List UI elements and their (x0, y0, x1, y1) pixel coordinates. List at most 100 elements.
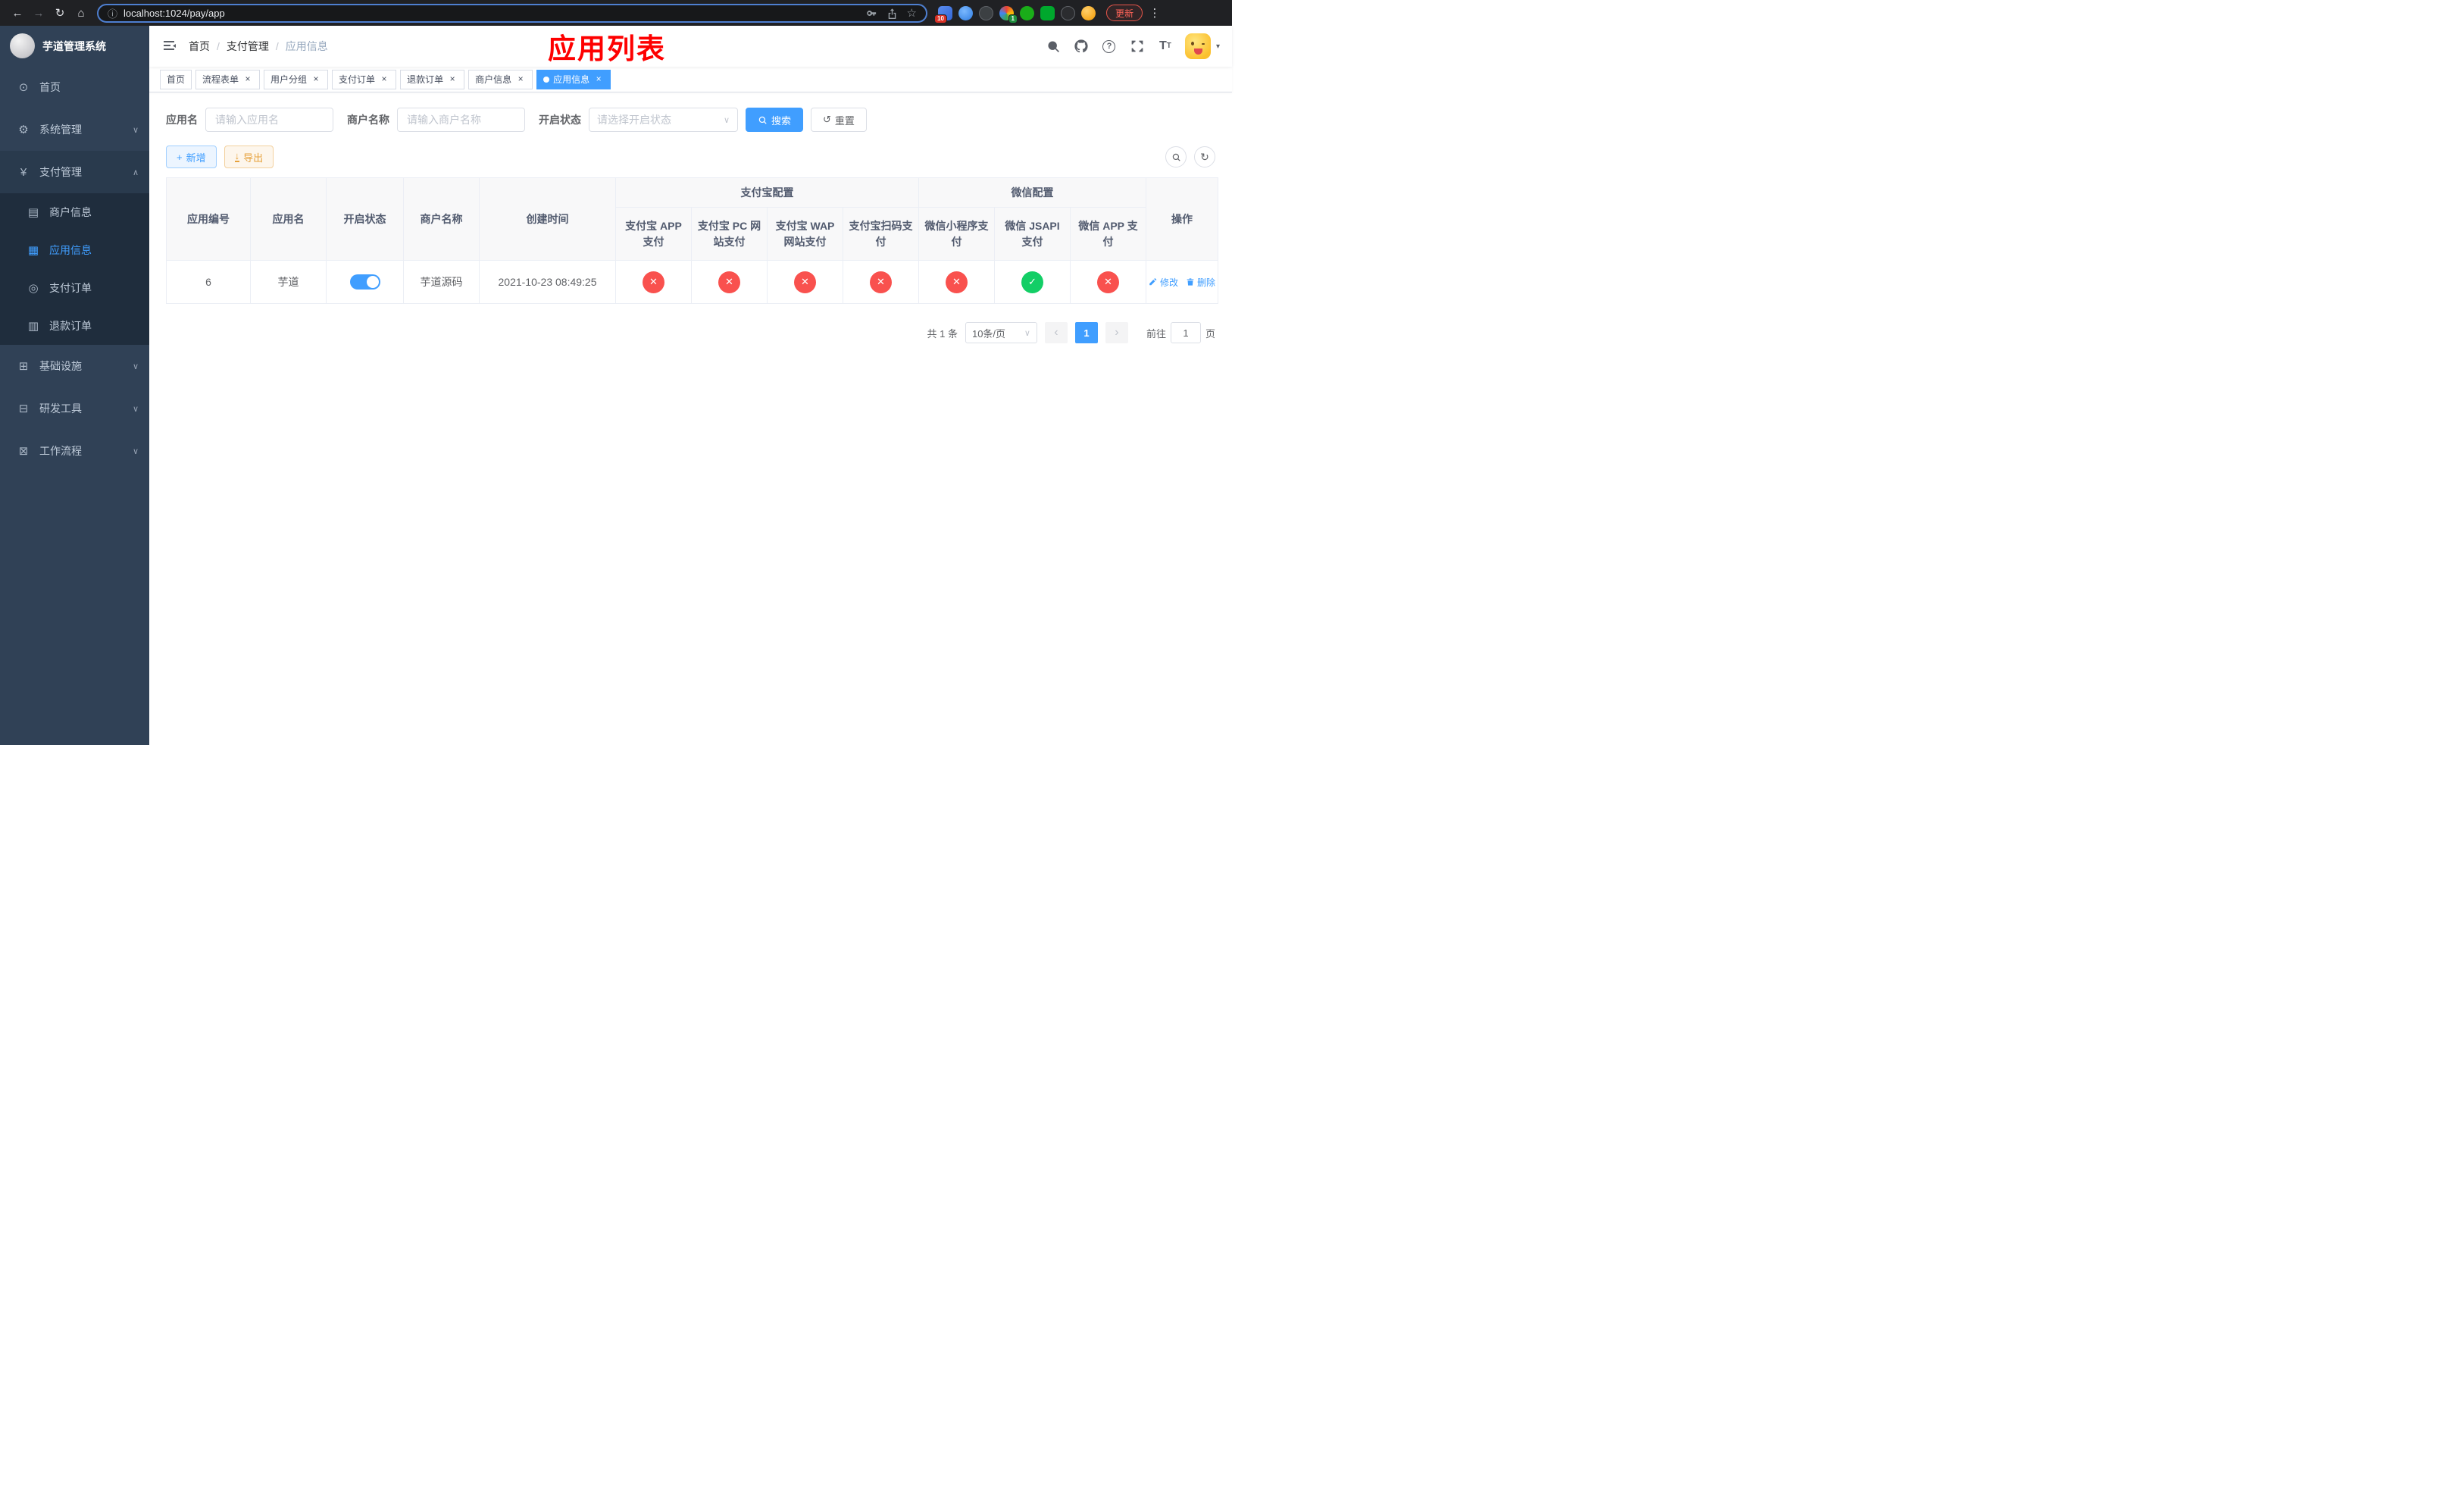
close-icon[interactable]: × (447, 74, 458, 85)
extension-icon-notes[interactable] (1040, 5, 1055, 20)
page-size-select[interactable]: 10条/页 ∨ (965, 322, 1037, 343)
browser-menu-icon[interactable]: ⋮ (1149, 6, 1161, 20)
edit-button[interactable]: 修改 (1149, 276, 1178, 289)
search-button[interactable]: 搜索 (746, 108, 804, 132)
toggle-search-button[interactable] (1165, 146, 1187, 167)
sidebar-item-home[interactable]: ⊙ 首页 (0, 66, 149, 108)
tab-pay-orders[interactable]: 支付订单 × (332, 69, 397, 89)
refresh-icon: ↻ (1200, 150, 1209, 163)
share-icon[interactable] (886, 8, 898, 19)
prev-page-button[interactable]: ‹ (1044, 322, 1068, 343)
tab-merchant-info[interactable]: 商户信息 × (468, 69, 533, 89)
tab-refund-orders[interactable]: 退款订单 × (400, 69, 465, 89)
extensions-bar: 10 1 (934, 5, 1096, 23)
next-page-button[interactable]: › (1105, 322, 1128, 343)
breadcrumb-item[interactable]: 支付管理 (227, 39, 269, 54)
cell-status (326, 260, 404, 304)
total-count: 共 1 条 (927, 327, 958, 340)
document-icon: ▥ (27, 320, 39, 333)
tab-label: 流程表单 (202, 74, 239, 85)
search-icon[interactable] (1045, 38, 1062, 55)
sidebar-item-merchant-info[interactable]: ▤ 商户信息 (0, 193, 149, 231)
password-key-icon[interactable] (866, 8, 877, 19)
sidebar: 芋道管理系统 ⊙ 首页 ⚙ 系统管理 ∨ ¥ 支付管理 ∧ ▤ 商户信息 ▦ 应… (0, 26, 149, 745)
sidebar-item-payment[interactable]: ¥ 支付管理 ∧ (0, 151, 149, 193)
page-title: 应用列表 (548, 33, 666, 64)
help-icon[interactable]: ? (1101, 38, 1118, 55)
reload-icon[interactable]: ↻ (50, 3, 70, 23)
user-menu-caret-icon[interactable]: ▾ (1216, 42, 1220, 51)
top-navbar: 首页 / 支付管理 / 应用信息 应用列表 ? T T ▾ (149, 26, 1232, 67)
col-app-name: 应用名 (250, 177, 327, 261)
close-icon[interactable]: × (379, 74, 389, 85)
tab-home[interactable]: 首页 (160, 69, 192, 89)
chevron-down-icon: ∨ (132, 446, 139, 456)
sidebar-item-label: 系统管理 (39, 124, 82, 136)
infrastructure-icon: ⊞ (18, 360, 29, 373)
url-bar[interactable]: ⓘ localhost:1024/pay/app ☆ (97, 3, 927, 23)
col-alipay-pc: 支付宝 PC 网站支付 (691, 207, 768, 261)
sidebar-item-pay-orders[interactable]: ◎ 支付订单 (0, 269, 149, 307)
tab-app-info[interactable]: 应用信息 × (536, 69, 611, 89)
chevron-up-icon: ∧ (132, 167, 139, 177)
site-info-icon[interactable]: ⓘ (108, 6, 117, 20)
breadcrumb-item[interactable]: 首页 (189, 39, 210, 54)
browser-update-button[interactable]: 更新 (1106, 5, 1143, 21)
plus-icon: + (177, 151, 183, 163)
close-icon[interactable]: × (593, 74, 604, 85)
github-icon[interactable] (1073, 38, 1090, 55)
search-button-label: 搜索 (771, 114, 792, 127)
close-icon[interactable]: × (242, 74, 253, 85)
extension-icon-dark[interactable] (979, 5, 993, 20)
status-select[interactable]: 请选择开启状态 ∨ (589, 108, 738, 132)
breadcrumb: 首页 / 支付管理 / 应用信息 (189, 39, 328, 54)
reset-button[interactable]: ↺ 重置 (811, 108, 867, 132)
workflow-icon: ⊠ (18, 445, 29, 458)
app-name-input[interactable] (205, 108, 333, 132)
tab-process-form[interactable]: 流程表单 × (195, 69, 261, 89)
font-size-icon[interactable]: TT (1157, 38, 1174, 55)
sidebar-item-system[interactable]: ⚙ 系统管理 ∨ (0, 108, 149, 151)
goto-page-input[interactable] (1170, 322, 1201, 343)
close-icon[interactable]: × (515, 74, 526, 85)
cell-created: 2021-10-23 08:49:25 (479, 260, 616, 304)
col-actions: 操作 (1146, 177, 1218, 261)
forward-icon[interactable]: → (29, 3, 48, 23)
sidebar-item-dev-tools[interactable]: ⊟ 研发工具 ∨ (0, 387, 149, 430)
sidebar-item-workflow[interactable]: ⊠ 工作流程 ∨ (0, 430, 149, 472)
sidebar-item-label: 应用信息 (49, 244, 92, 256)
logo-avatar (10, 33, 35, 58)
sidebar-toggle-icon[interactable] (161, 38, 178, 55)
extension-icon-grid[interactable]: 10 (934, 5, 952, 23)
page-number-1[interactable]: 1 (1074, 322, 1098, 343)
close-icon[interactable]: × (311, 74, 321, 85)
back-icon[interactable]: ← (8, 3, 27, 23)
refresh-table-button[interactable]: ↻ (1194, 146, 1215, 167)
status-toggle[interactable] (349, 274, 380, 290)
sidebar-item-infrastructure[interactable]: ⊞ 基础设施 ∨ (0, 345, 149, 387)
col-alipay-wap: 支付宝 WAP 网站支付 (767, 207, 843, 261)
tags-view: 首页 流程表单 × 用户分组 × 支付订单 × 退款订单 × 商户信息 × 应用… (149, 67, 1232, 92)
merchant-name-input[interactable] (397, 108, 525, 132)
sidebar-item-label: 退款订单 (49, 320, 92, 332)
table-toolbar: + 新增 ↓ 导出 ↻ (166, 146, 1215, 168)
tab-user-group[interactable]: 用户分组 × (264, 69, 329, 89)
extension-icon-drop[interactable] (958, 5, 973, 20)
sidebar-item-app-info[interactable]: ▦ 应用信息 (0, 231, 149, 269)
col-wechat-lite: 微信小程序支付 (918, 207, 995, 261)
status-select-placeholder: 请选择开启状态 (597, 114, 671, 126)
tools-icon: ⊟ (18, 402, 29, 415)
fullscreen-icon[interactable] (1129, 38, 1146, 55)
extension-icon-wechat[interactable] (1020, 5, 1034, 20)
extension-icon-colorwheel[interactable]: 1 (999, 5, 1018, 23)
profile-avatar-icon[interactable] (1081, 5, 1096, 20)
extension-icon-puzzle[interactable] (1061, 5, 1075, 20)
delete-label: 删除 (1197, 277, 1216, 288)
delete-button[interactable]: 删除 (1186, 276, 1215, 289)
user-avatar[interactable] (1184, 33, 1211, 59)
home-icon[interactable]: ⌂ (71, 3, 91, 23)
export-button[interactable]: ↓ 导出 (224, 146, 274, 168)
add-button[interactable]: + 新增 (166, 146, 217, 168)
bookmark-star-icon[interactable]: ☆ (907, 6, 917, 20)
sidebar-item-refund-orders[interactable]: ▥ 退款订单 (0, 307, 149, 345)
